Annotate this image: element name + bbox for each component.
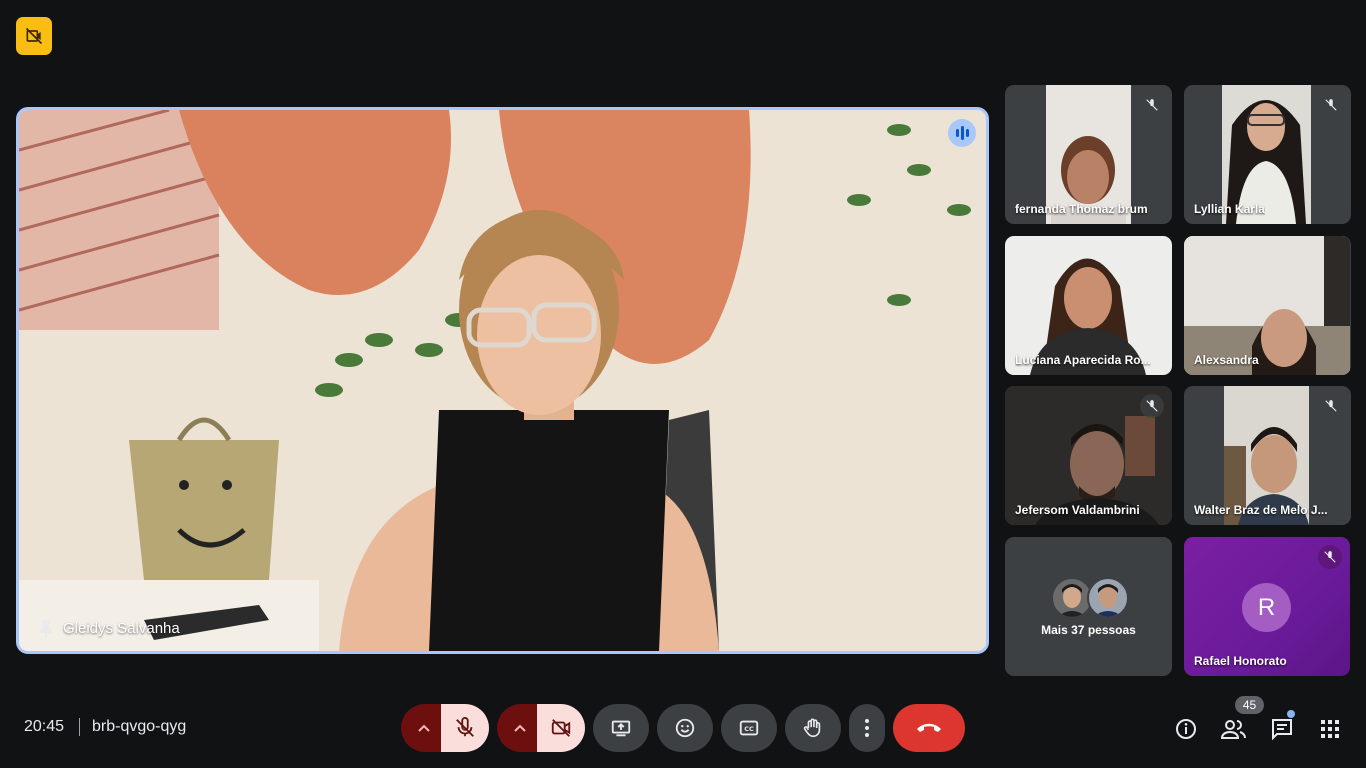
activities-button[interactable] — [1317, 716, 1343, 742]
participant-tile[interactable]: Jefersom Valdambrini — [1005, 386, 1172, 525]
mic-off-icon — [1319, 93, 1343, 117]
info-icon — [1176, 719, 1196, 739]
svg-text:CC: CC — [744, 725, 754, 733]
people-button[interactable] — [1221, 716, 1247, 742]
chevron-up-icon — [513, 724, 526, 732]
mic-off-icon — [1319, 394, 1343, 418]
no-video-badge-icon[interactable] — [16, 17, 52, 55]
avatar — [1087, 577, 1129, 619]
participant-name: fernanda Thomaz brum — [1015, 202, 1148, 216]
hand-icon — [803, 718, 821, 738]
participant-tile[interactable]: Lyllian Karla — [1184, 85, 1351, 224]
main-speaker-name: Gleidys Salvanha — [63, 619, 180, 637]
more-people-label: Mais 37 pessoas — [1041, 623, 1136, 637]
chat-notification-dot — [1287, 710, 1295, 718]
chevron-up-icon — [417, 724, 430, 732]
more-options-button[interactable] — [849, 704, 885, 752]
more-vert-icon — [865, 719, 869, 737]
call-end-icon — [917, 723, 941, 732]
audio-options-button[interactable] — [401, 704, 446, 752]
participant-tile[interactable]: R Rafael Honorato — [1184, 537, 1350, 676]
captions-button[interactable]: CC — [721, 704, 777, 752]
participant-tile[interactable]: Walter Braz de Melo J... — [1184, 386, 1351, 525]
participant-name: Walter Braz de Melo J... — [1194, 503, 1328, 517]
clock: 20:45 — [24, 718, 65, 735]
camera-off-icon — [551, 719, 571, 737]
emoji-icon — [675, 718, 695, 738]
people-icon — [1221, 720, 1246, 739]
mic-off-icon — [1318, 545, 1342, 569]
speaker-video — [19, 110, 986, 651]
more-people-tile[interactable]: Mais 37 pessoas — [1005, 537, 1172, 676]
present-screen-button[interactable] — [593, 704, 649, 752]
leave-call-button[interactable] — [893, 704, 965, 752]
camera-button[interactable] — [537, 704, 585, 752]
mic-off-icon — [1140, 394, 1164, 418]
participant-name: Jefersom Valdambrini — [1015, 503, 1140, 517]
pin-icon[interactable] — [39, 619, 53, 637]
meeting-code: brb-qvgo-qyg — [92, 718, 187, 735]
apps-grid-icon — [1321, 720, 1339, 738]
participant-name: Luciana Aparecida Ro... — [1015, 353, 1151, 367]
avatar: R — [1242, 583, 1291, 632]
divider — [79, 718, 80, 736]
participant-count-badge: 45 — [1235, 696, 1264, 714]
reactions-button[interactable] — [657, 704, 713, 752]
video-options-button[interactable] — [497, 704, 542, 752]
participant-name: Lyllian Karla — [1194, 202, 1265, 216]
main-speaker-tile[interactable]: Gleidys Salvanha — [16, 107, 989, 654]
mic-off-icon — [456, 717, 474, 737]
meeting-details-button[interactable] — [1173, 716, 1199, 742]
mic-off-icon — [1140, 93, 1164, 117]
speaking-indicator-icon — [948, 119, 976, 147]
microphone-button[interactable] — [441, 704, 489, 752]
participant-name: Rafael Honorato — [1194, 654, 1287, 668]
chat-icon — [1272, 719, 1292, 741]
present-icon — [611, 720, 631, 737]
participant-tile[interactable]: Luciana Aparecida Ro... — [1005, 236, 1172, 375]
participant-tile[interactable]: fernanda Thomaz brum — [1005, 85, 1172, 224]
participant-name: Alexsandra — [1194, 353, 1259, 367]
chat-button[interactable] — [1269, 716, 1295, 742]
raise-hand-button[interactable] — [785, 704, 841, 752]
participant-tile[interactable]: Alexsandra — [1184, 236, 1351, 375]
closed-captions-icon: CC — [739, 720, 759, 736]
